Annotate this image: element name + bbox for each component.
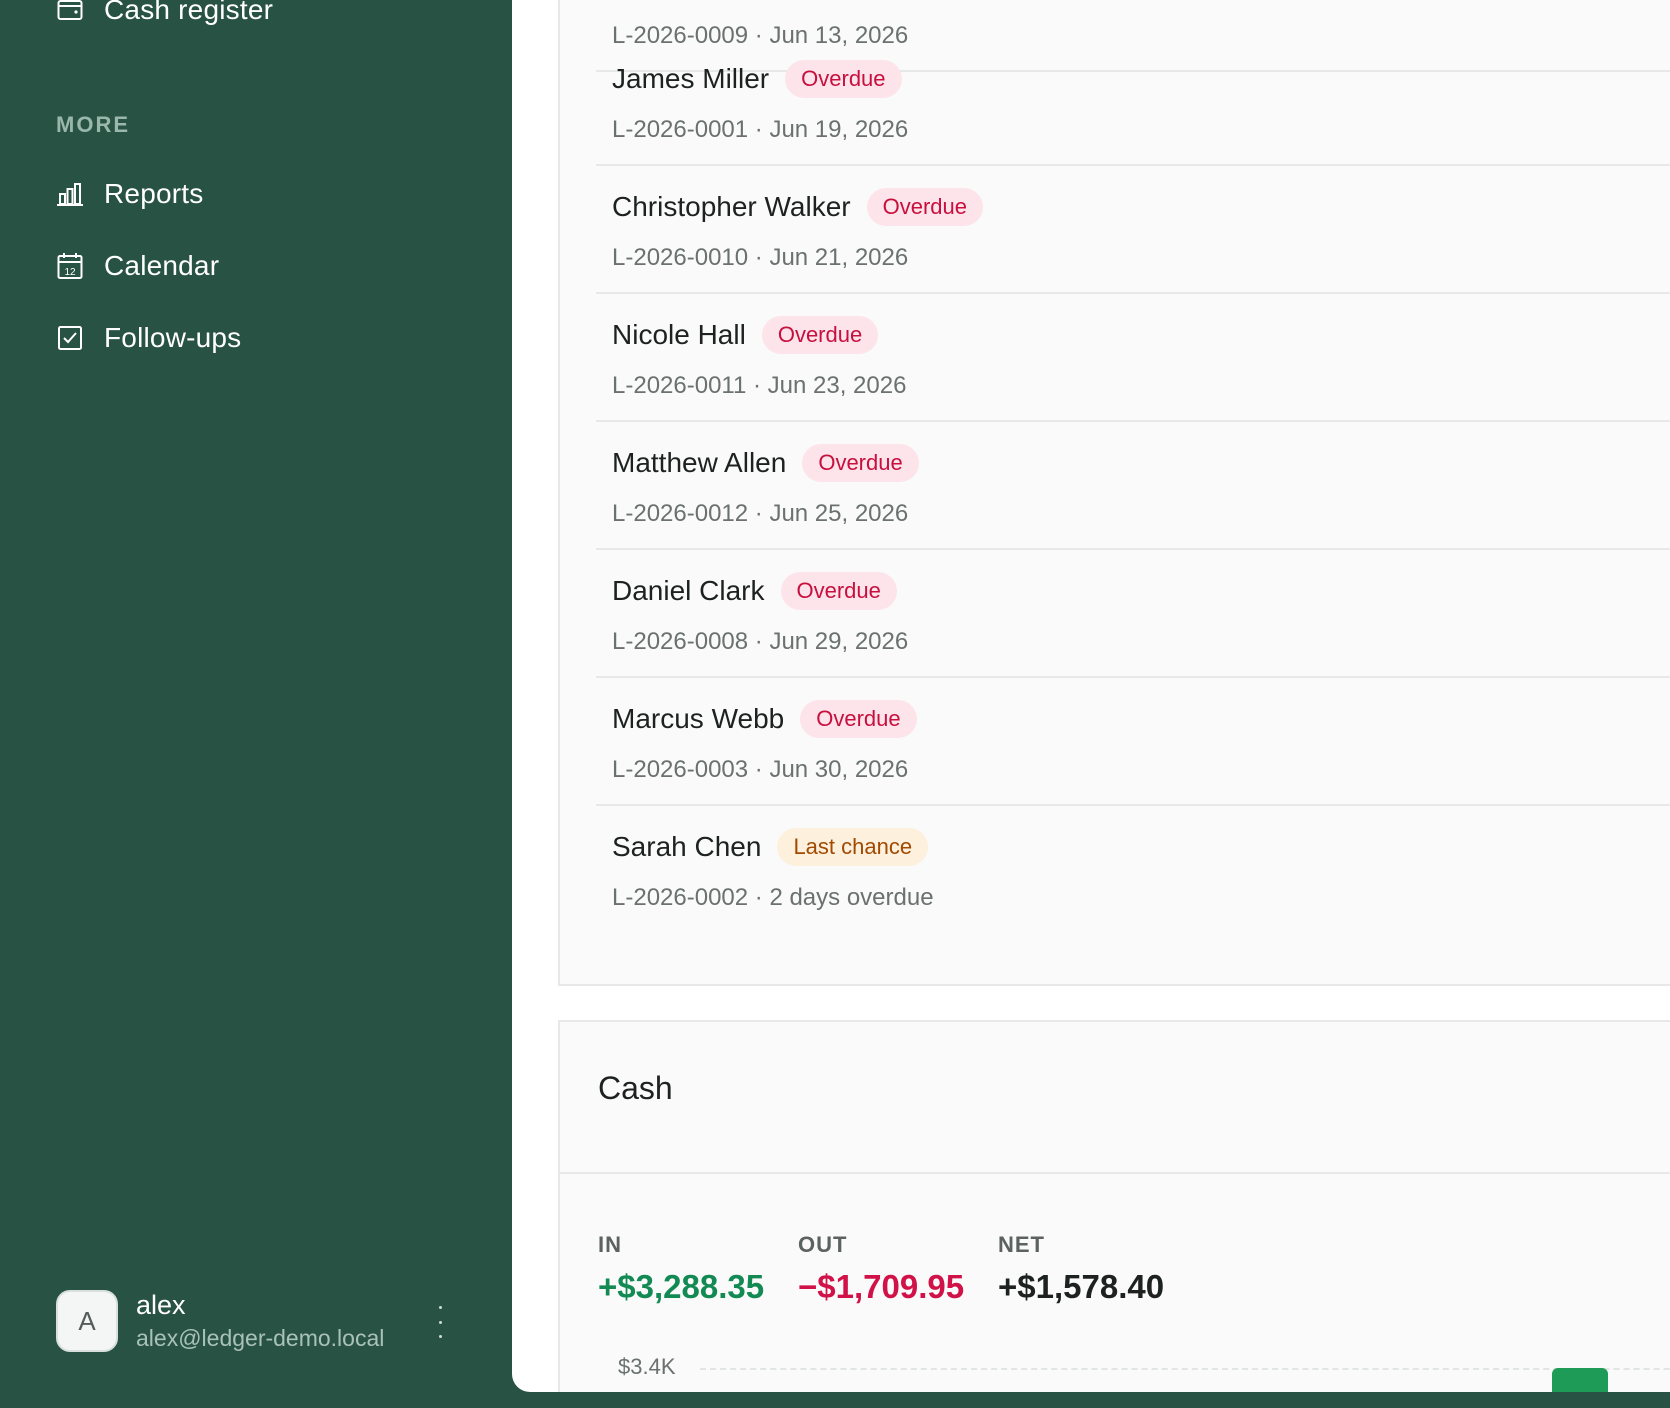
- borrower-name: Sarah Chen: [612, 831, 762, 862]
- main-content: L-2026-0009 · Jun 13, 2026 James Miller …: [512, 0, 1670, 1392]
- cash-card-title: Cash: [598, 1070, 673, 1106]
- sidebar: Cash register MORE Reports 12 Calendar F…: [0, 0, 512, 1408]
- user-email: alex@ledger-demo.local: [136, 1325, 385, 1351]
- list-item[interactable]: Sarah Chen Last chance L-2026-0002 · 2 d…: [596, 804, 1670, 932]
- status-badge: Overdue: [761, 316, 879, 354]
- list-item[interactable]: Christopher Walker Overdue L-2026-0010 ·…: [596, 164, 1670, 294]
- status-badge: Overdue: [785, 60, 902, 98]
- status-badge: Overdue: [780, 572, 897, 610]
- cash-in-stat: IN +$3,288.35: [598, 1232, 764, 1306]
- status-badge: Overdue: [800, 700, 917, 738]
- cash-net-label: NET: [998, 1232, 1045, 1257]
- list-item[interactable]: James Miller Overdue L-2026-0001 · Jun 1…: [596, 36, 1670, 166]
- avatar: A: [56, 1290, 118, 1352]
- chart-gridline: [700, 1368, 1670, 1370]
- borrower-name: Matthew Allen: [612, 447, 787, 478]
- divider: [560, 1172, 1670, 1174]
- sidebar-item-label: Cash register: [104, 0, 274, 25]
- list-item[interactable]: Matthew Allen Overdue L-2026-0012 · Jun …: [596, 420, 1670, 550]
- status-badge: Overdue: [866, 188, 983, 226]
- sidebar-item-reports[interactable]: Reports: [56, 170, 203, 218]
- more-options-icon[interactable]: [428, 1306, 452, 1338]
- loan-details: L-2026-0001 · Jun 19, 2026: [612, 116, 909, 143]
- borrower-name: Marcus Webb: [612, 703, 785, 734]
- chart-bar-in: [1552, 1368, 1608, 1392]
- cash-in-label: IN: [598, 1232, 622, 1257]
- loan-details: L-2026-0002 · 2 days overdue: [612, 884, 934, 911]
- loan-details: L-2026-0003 · Jun 30, 2026: [612, 756, 909, 783]
- cash-net-stat: NET +$1,578.40: [998, 1232, 1164, 1306]
- overdue-loans-card: L-2026-0009 · Jun 13, 2026 James Miller …: [558, 0, 1670, 986]
- loan-details: L-2026-0010 · Jun 21, 2026: [612, 244, 909, 271]
- calendar-icon: 12: [56, 252, 84, 280]
- loan-details: L-2026-0008 · Jun 29, 2026: [612, 628, 909, 655]
- checkbox-icon: [56, 324, 84, 352]
- calendar-icon-day: 12: [64, 267, 76, 278]
- list-item[interactable]: Daniel Clark Overdue L-2026-0008 · Jun 2…: [596, 548, 1670, 678]
- sidebar-item-follow-ups[interactable]: Follow-ups: [56, 314, 241, 362]
- cash-out-label: OUT: [798, 1232, 848, 1257]
- status-badge: Overdue: [802, 444, 919, 482]
- borrower-name: James Miller: [612, 63, 770, 94]
- cash-out-stat: OUT −$1,709.95: [798, 1232, 964, 1306]
- chart-y-tick: $3.4K: [618, 1354, 676, 1379]
- loan-details: L-2026-0012 · Jun 25, 2026: [612, 500, 909, 527]
- user-profile[interactable]: A alex alex@ledger-demo.local: [56, 1288, 384, 1354]
- borrower-name: Christopher Walker: [612, 191, 851, 222]
- user-name: alex: [136, 1290, 186, 1320]
- cash-card: Cash IN +$3,288.35 OUT −$1,709.95 NET +$…: [558, 1020, 1670, 1392]
- list-item[interactable]: Nicole Hall Overdue L-2026-0011 · Jun 23…: [596, 292, 1670, 422]
- sidebar-item-label: Reports: [104, 178, 204, 209]
- bar-chart-icon: [56, 180, 84, 208]
- borrower-name: Daniel Clark: [612, 575, 765, 606]
- cash-in-value: +$3,288.35: [598, 1268, 765, 1305]
- sidebar-item-label: Calendar: [104, 250, 220, 281]
- sidebar-item-calendar[interactable]: 12 Calendar: [56, 242, 219, 290]
- sidebar-item-cash-register[interactable]: Cash register: [56, 0, 273, 34]
- status-badge: Last chance: [777, 828, 929, 866]
- cash-out-value: −$1,709.95: [798, 1268, 965, 1305]
- loan-details: L-2026-0011 · Jun 23, 2026: [612, 372, 907, 399]
- sidebar-section-label: MORE: [56, 112, 130, 137]
- borrower-name: Nicole Hall: [612, 319, 746, 350]
- cash-net-value: +$1,578.40: [998, 1268, 1165, 1305]
- list-item[interactable]: Marcus Webb Overdue L-2026-0003 · Jun 30…: [596, 676, 1670, 806]
- sidebar-item-label: Follow-ups: [104, 322, 242, 353]
- wallet-icon: [56, 0, 84, 24]
